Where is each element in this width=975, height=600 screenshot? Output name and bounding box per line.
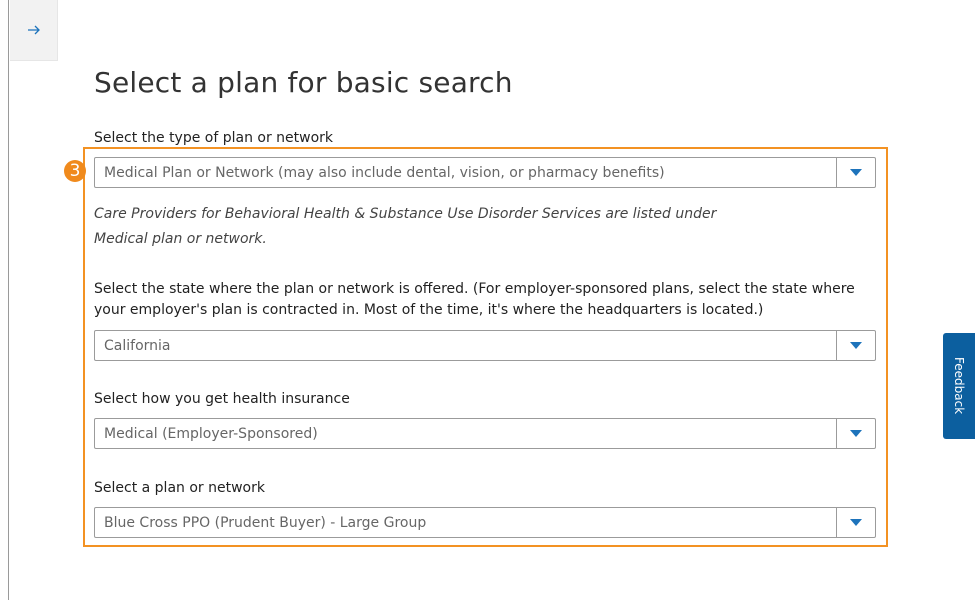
state-select[interactable]: California [94, 330, 876, 361]
page-title: Select a plan for basic search [94, 66, 513, 99]
caret-down-icon [850, 169, 862, 176]
feedback-button[interactable]: Feedback [943, 333, 975, 439]
arrow-right-icon [27, 25, 40, 35]
plan-value: Blue Cross PPO (Prudent Buyer) - Large G… [104, 515, 427, 531]
caret-down-icon [850, 519, 862, 526]
behavioral-health-note: Care Providers for Behavioral Health & S… [94, 206, 717, 247]
plan-select[interactable]: Blue Cross PPO (Prudent Buyer) - Large G… [94, 507, 876, 538]
caret-down-icon [850, 342, 862, 349]
plan-type-select[interactable]: Medical Plan or Network (may also includ… [94, 157, 876, 188]
insurance-source-select[interactable]: Medical (Employer-Sponsored) [94, 418, 876, 449]
plan-type-value: Medical Plan or Network (may also includ… [104, 165, 665, 181]
step-number-badge: 3 [64, 160, 86, 182]
insurance-source-value: Medical (Employer-Sponsored) [104, 426, 318, 442]
expand-sidebar-button[interactable] [10, 0, 58, 61]
plan-type-label: Select the type of plan or network [94, 130, 334, 146]
plan-dropdown-toggle[interactable] [836, 508, 875, 537]
state-label: Select the state where the plan or netwo… [94, 281, 855, 318]
insurance-source-label: Select how you get health insurance [94, 391, 350, 407]
caret-down-icon [850, 430, 862, 437]
feedback-label: Feedback [952, 357, 966, 415]
state-dropdown-toggle[interactable] [836, 331, 875, 360]
plan-type-dropdown-toggle[interactable] [836, 158, 875, 187]
state-value: California [104, 338, 171, 354]
insurance-source-dropdown-toggle[interactable] [836, 419, 875, 448]
plan-label: Select a plan or network [94, 480, 265, 496]
